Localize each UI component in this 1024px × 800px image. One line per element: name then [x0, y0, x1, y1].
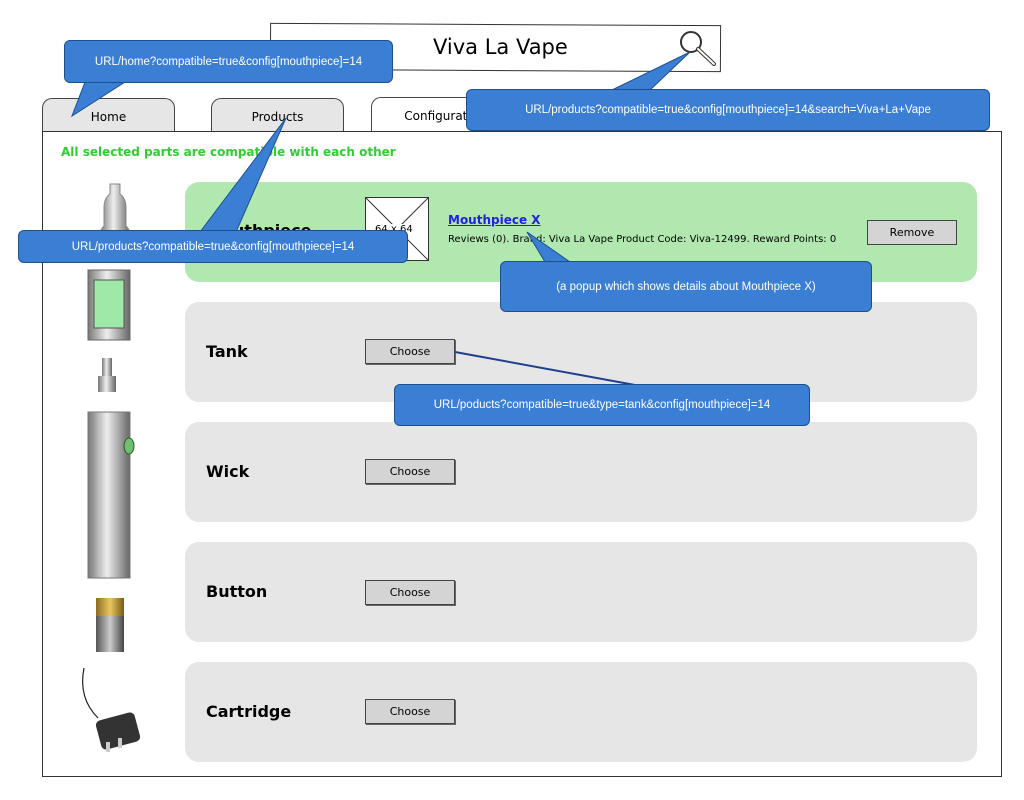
callout-products-url: URL/products?compatible=true&config[mout… [18, 230, 408, 263]
site-title: Viva La Vape [433, 35, 568, 59]
cartridge-image [96, 598, 124, 652]
choose-button-part-button[interactable]: Choose [365, 580, 455, 605]
tab-home[interactable]: Home [42, 98, 175, 132]
choose-wick-button[interactable]: Choose [365, 459, 455, 484]
callout-home-url: URL/home?compatible=true&config[mouthpie… [64, 40, 393, 83]
magnifier-icon[interactable] [676, 28, 718, 68]
mouthpiece-image [99, 183, 131, 235]
callout-tank-url: URL/poducts?compatible=true&type=tank&co… [394, 384, 810, 426]
remove-button[interactable]: Remove [867, 220, 957, 245]
product-name-link[interactable]: Mouthpiece X [448, 213, 541, 227]
tab-products-label: Products [251, 110, 304, 124]
button-image [87, 411, 135, 579]
part-row-button [185, 542, 977, 642]
part-label-button: Button [206, 582, 268, 601]
charger-image [82, 667, 141, 752]
wick-image [98, 358, 116, 392]
compat-message: All selected parts are compatible with e… [61, 145, 396, 159]
callout-search-url: URL/products?compatible=true&config[mout… [466, 89, 990, 131]
part-row-wick [185, 422, 977, 522]
choose-tank-button[interactable]: Choose [365, 339, 455, 364]
callout-popup-note: (a popup which shows details about Mouth… [500, 261, 872, 312]
tab-products[interactable]: Products [211, 98, 344, 132]
part-label-wick: Wick [206, 462, 250, 481]
part-label-tank: Tank [206, 342, 248, 361]
part-label-cartridge: Cartridge [206, 702, 292, 721]
choose-cartridge-button[interactable]: Choose [365, 699, 455, 724]
product-meta: Reviews (0). Brand: Viva La Vape Product… [448, 234, 837, 245]
tab-home-label: Home [90, 110, 127, 124]
tab-configuration-label: Configurati [404, 109, 471, 123]
tank-image [87, 269, 131, 341]
vape-parts-illustration [82, 183, 141, 752]
part-row-cartridge [185, 662, 977, 762]
